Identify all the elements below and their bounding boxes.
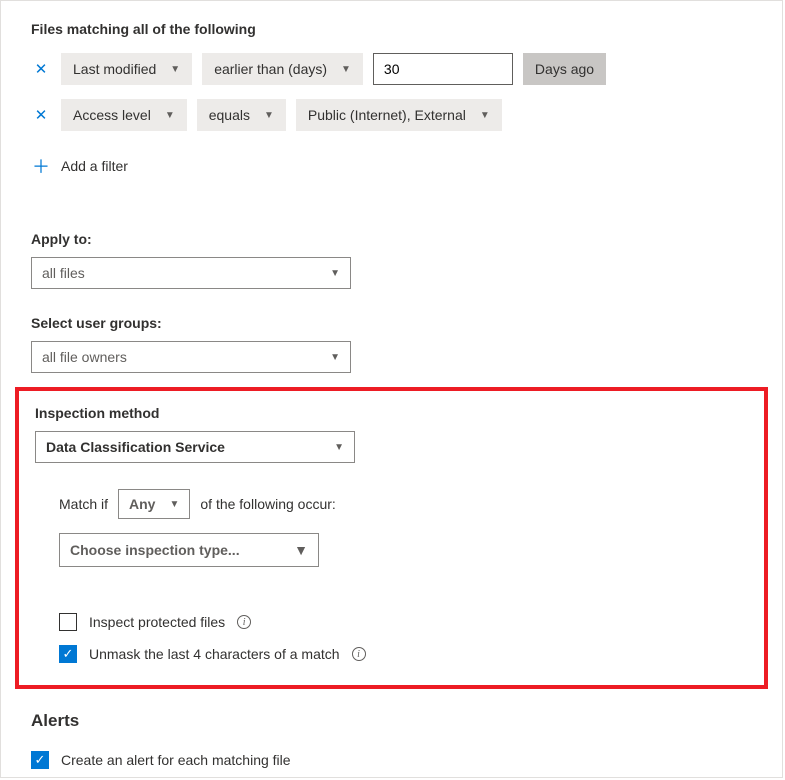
unmask-checkbox[interactable]: ✓ [59,645,77,663]
apply-to-value: all files [42,265,85,281]
info-icon[interactable]: i [237,615,251,629]
filter-unit-button[interactable]: Days ago [523,53,606,85]
unmask-row: ✓ Unmask the last 4 characters of a matc… [59,645,748,663]
filter-operator-select[interactable]: equals ▼ [197,99,286,131]
close-icon[interactable]: ✕ [31,106,51,124]
alert-each-row: ✓ Create an alert for each matching file [31,751,752,769]
alert-each-label: Create an alert for each matching file [61,752,291,768]
filter-field-select[interactable]: Last modified ▼ [61,53,192,85]
apply-to-select[interactable]: all files ▼ [31,257,351,289]
inspection-method-label: Inspection method [35,405,748,421]
policy-form-panel: Files matching all of the following ✕ La… [0,0,783,778]
plus-icon: ＋ [31,153,51,179]
chevron-down-icon: ▼ [480,110,490,121]
inspect-protected-checkbox[interactable] [59,613,77,631]
chevron-down-icon: ▼ [170,64,180,75]
user-groups-value: all file owners [42,349,127,365]
filter-field-label: Access level [73,107,151,123]
user-groups-label: Select user groups: [31,315,752,331]
inspection-method-value: Data Classification Service [46,439,225,455]
filter-row: ✕ Last modified ▼ earlier than (days) ▼ … [31,53,752,85]
chevron-down-icon: ▼ [330,268,340,279]
inspection-method-select[interactable]: Data Classification Service ▼ [35,431,355,463]
inspection-type-select[interactable]: Choose inspection type... ▼ [59,533,319,567]
inspect-protected-row: Inspect protected files i [59,613,748,631]
filter-value-input[interactable] [373,53,513,85]
match-condition-row: Match if Any ▼ of the following occur: [59,489,748,519]
filter-unit-label: Days ago [535,61,594,77]
match-suffix: of the following occur: [200,496,335,512]
filter-field-label: Last modified [73,61,156,77]
inspect-protected-label: Inspect protected files [89,614,225,630]
filters-heading: Files matching all of the following [31,21,752,37]
match-mode-value: Any [129,496,155,512]
filter-row: ✕ Access level ▼ equals ▼ Public (Intern… [31,99,752,131]
chevron-down-icon: ▼ [169,499,179,510]
alerts-heading: Alerts [31,711,752,731]
inspection-type-placeholder: Choose inspection type... [70,542,240,558]
filter-value-select[interactable]: Public (Internet), External ▼ [296,99,502,131]
filter-operator-label: equals [209,107,250,123]
match-prefix: Match if [59,496,108,512]
chevron-down-icon: ▼ [165,110,175,121]
match-mode-select[interactable]: Any ▼ [118,489,190,519]
chevron-down-icon: ▼ [334,442,344,453]
filter-value-label: Public (Internet), External [308,107,466,123]
apply-to-section: Apply to: all files ▼ [1,189,782,289]
user-groups-select[interactable]: all file owners ▼ [31,341,351,373]
apply-to-label: Apply to: [31,231,752,247]
filter-field-select[interactable]: Access level ▼ [61,99,187,131]
chevron-down-icon: ▼ [264,110,274,121]
filters-section: Files matching all of the following ✕ La… [1,1,782,189]
chevron-down-icon: ▼ [341,64,351,75]
chevron-down-icon: ▼ [330,352,340,363]
filter-operator-label: earlier than (days) [214,61,327,77]
add-filter-label: Add a filter [61,158,128,174]
alert-each-checkbox[interactable]: ✓ [31,751,49,769]
unmask-label: Unmask the last 4 characters of a match [89,646,340,662]
inspection-method-section: Inspection method Data Classification Se… [15,387,768,689]
user-groups-section: Select user groups: all file owners ▼ [1,289,782,373]
info-icon[interactable]: i [352,647,366,661]
alerts-section: Alerts ✓ Create an alert for each matchi… [1,699,782,769]
filter-operator-select[interactable]: earlier than (days) ▼ [202,53,363,85]
close-icon[interactable]: ✕ [31,60,51,78]
add-filter-button[interactable]: ＋ Add a filter [31,153,752,179]
chevron-down-icon: ▼ [294,542,308,558]
